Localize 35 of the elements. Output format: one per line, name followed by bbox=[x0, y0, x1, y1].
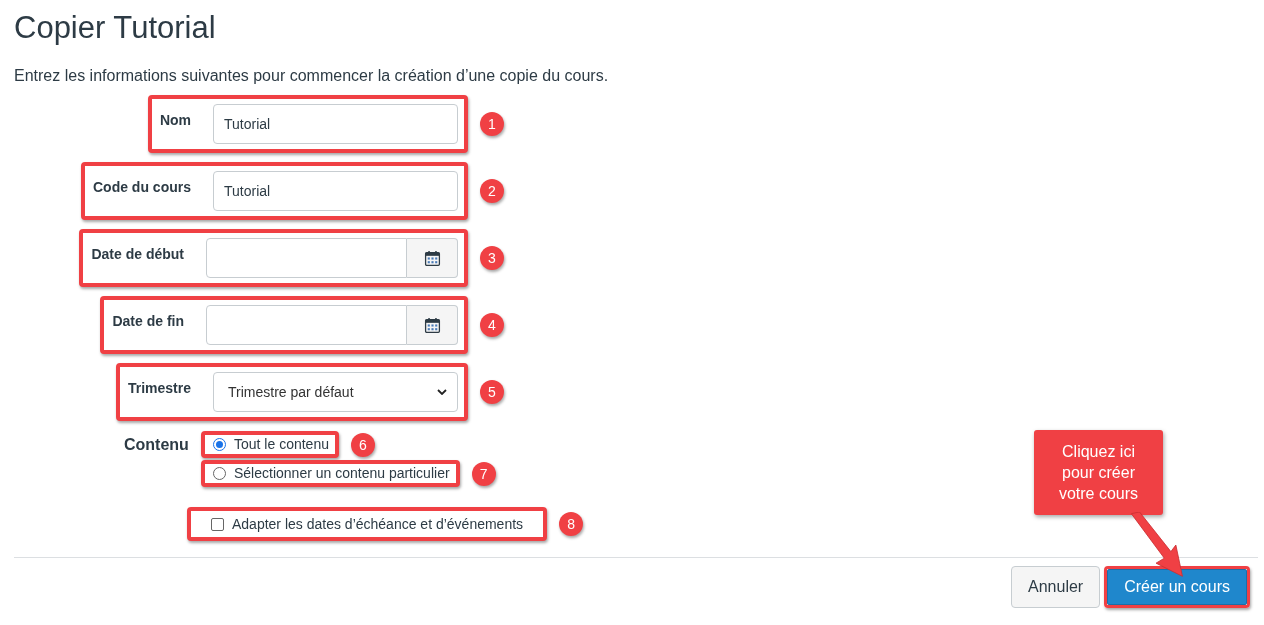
calendar-icon bbox=[423, 316, 441, 334]
page-title: Copier Tutorial bbox=[13, 9, 217, 46]
text-field[interactable]: Tutorial bbox=[213, 104, 458, 144]
calendar-icon bbox=[423, 249, 441, 267]
field-label: Code du cours bbox=[92, 178, 192, 195]
step-badge: 1 bbox=[480, 112, 504, 136]
step-badge: 5 bbox=[480, 380, 504, 404]
chevron-icon bbox=[437, 389, 447, 395]
radio-button[interactable] bbox=[213, 466, 226, 480]
field-label: Trimestre bbox=[126, 379, 192, 396]
step-badge: 8 bbox=[559, 512, 584, 536]
radio-option[interactable]: Sélectionner un contenu particulier bbox=[201, 460, 460, 487]
date-field[interactable] bbox=[206, 238, 407, 278]
calendar-button[interactable] bbox=[407, 305, 458, 345]
checkbox-option[interactable]: Adapter les dates d’échéance et d’événements bbox=[187, 507, 548, 541]
create-button[interactable]: Créer un cours bbox=[1107, 569, 1247, 605]
radio-button[interactable] bbox=[213, 437, 226, 451]
intro-text: Entrez les informations suivantes pour commencer la création d’une copie du cours. bbox=[14, 66, 610, 86]
radio-option[interactable]: Tout le contenu bbox=[201, 431, 339, 458]
checkbox[interactable] bbox=[211, 517, 224, 531]
step-badge: 3 bbox=[480, 246, 504, 270]
text-field[interactable]: Tutorial bbox=[213, 171, 458, 211]
field-label: Date de fin bbox=[111, 312, 185, 329]
step-badge: 7 bbox=[471, 461, 496, 486]
step-badge: 2 bbox=[480, 179, 504, 203]
calendar-button[interactable] bbox=[407, 238, 458, 278]
select-field[interactable]: Trimestre par défaut bbox=[213, 372, 458, 412]
field-label: Nom bbox=[158, 111, 192, 128]
step-badge: 4 bbox=[480, 313, 504, 337]
cancel-button[interactable]: Annuler bbox=[1011, 566, 1101, 608]
callout-box: Cliquez ici pour créer votre cours bbox=[1034, 430, 1163, 515]
date-field[interactable] bbox=[206, 305, 407, 345]
content-label: Contenu bbox=[124, 435, 190, 455]
step-badge: 6 bbox=[350, 432, 375, 457]
field-label: Date de début bbox=[90, 245, 185, 262]
